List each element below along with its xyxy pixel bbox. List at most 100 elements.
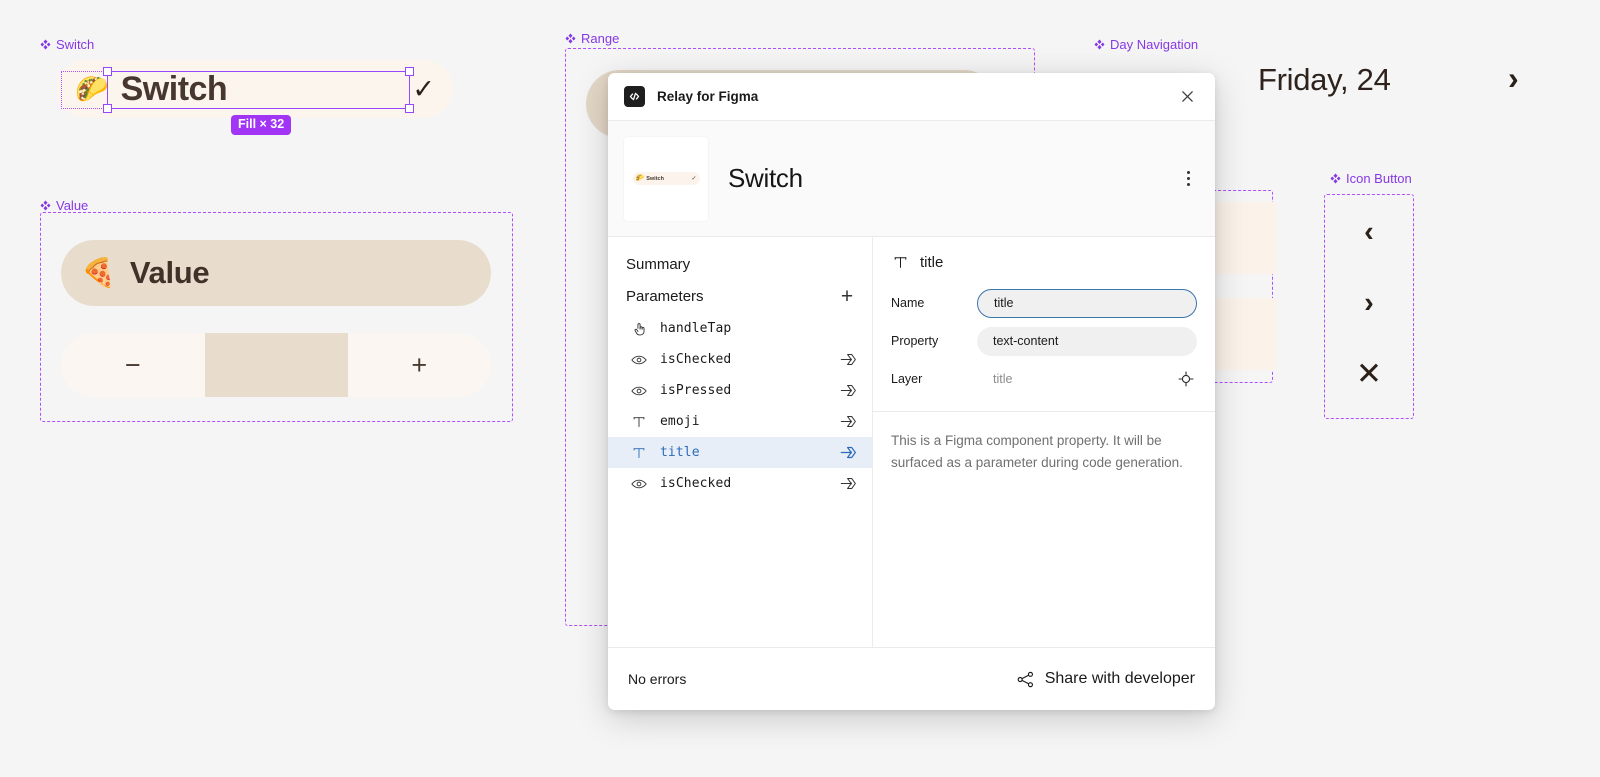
frame-label-switch[interactable]: Switch xyxy=(40,38,94,51)
component-thumbnail: 🌮 Switch ✓ xyxy=(624,136,708,221)
kebab-dot xyxy=(1186,183,1190,186)
parameter-bind-icon[interactable] xyxy=(838,353,858,366)
layer-value: title xyxy=(993,372,1013,386)
eye-icon xyxy=(626,478,652,490)
frame-label-text: Icon Button xyxy=(1346,171,1412,186)
text-icon xyxy=(626,416,652,428)
value-pill[interactable]: 🍕 Value xyxy=(61,240,491,306)
parameter-row-isPressed[interactable]: isPressed xyxy=(608,375,872,406)
day-nav-date-text: Friday, 24 xyxy=(1258,62,1391,97)
icon-button-close-icon[interactable]: ✕ xyxy=(1324,358,1414,389)
parameter-row-isChecked[interactable]: isChecked xyxy=(608,344,872,375)
relay-plugin-dialog: Relay for Figma 🌮 Switch ✓ Switch Summar… xyxy=(608,73,1215,710)
field-row-layer: Layer title xyxy=(873,360,1215,398)
parameter-row-title[interactable]: title xyxy=(608,437,872,468)
component-name-heading: Switch xyxy=(728,163,803,193)
summary-section-label[interactable]: Summary xyxy=(608,251,872,282)
fill-count-badge: Fill × 32 xyxy=(231,115,292,135)
frame-label-icon-button[interactable]: Icon Button xyxy=(1330,172,1412,185)
parameter-name: isChecked xyxy=(660,476,732,491)
parameter-name: handleTap xyxy=(660,321,732,336)
parameters-section-label: Parameters xyxy=(626,288,704,305)
check-icon: ✓ xyxy=(412,73,435,104)
frame-label-value[interactable]: Value xyxy=(40,199,88,212)
parameter-name: emoji xyxy=(660,414,700,429)
kebab-dot xyxy=(1186,177,1190,180)
component-diamond-icon xyxy=(565,33,576,44)
eye-icon xyxy=(626,385,652,397)
parameters-panel: Summary Parameters + handleTap isChecked… xyxy=(608,237,873,647)
close-icon[interactable] xyxy=(1175,85,1199,109)
field-label-name: Name xyxy=(891,296,925,310)
component-diamond-icon xyxy=(40,39,51,50)
share-label: Share with developer xyxy=(1044,670,1195,687)
dialog-footer: No errors Share with developer xyxy=(608,647,1215,710)
frame-label-text: Day Navigation xyxy=(1110,37,1199,52)
property-input[interactable]: text-content xyxy=(977,326,1197,356)
field-label-layer: Layer xyxy=(891,372,923,386)
resize-handle-bottom-left[interactable] xyxy=(103,104,112,113)
text-icon xyxy=(891,256,909,269)
value-title-text: Value xyxy=(129,255,210,290)
frame-label-day-navigation[interactable]: Day Navigation xyxy=(1094,38,1198,51)
parameter-name: isChecked xyxy=(660,352,732,367)
parameter-name: title xyxy=(660,445,700,460)
stepper-increment-button[interactable]: + xyxy=(348,351,492,379)
selection-box[interactable] xyxy=(103,67,414,113)
stepper-value-field[interactable] xyxy=(204,333,348,397)
code-brackets-icon xyxy=(624,86,645,107)
parameters-section-header: Parameters + xyxy=(608,282,872,313)
tap-icon xyxy=(626,322,652,336)
parameter-row-emoji[interactable]: emoji xyxy=(608,406,872,437)
dialog-titlebar: Relay for Figma xyxy=(608,73,1215,121)
field-row-name: Name title xyxy=(873,284,1215,322)
icon-button-chevron-left-icon[interactable]: ‹ xyxy=(1324,218,1414,247)
share-with-developer-button[interactable]: Share with developer xyxy=(1016,670,1195,689)
component-diamond-icon xyxy=(1330,173,1341,184)
parameter-row-isChecked-2[interactable]: isChecked xyxy=(608,468,872,499)
parameter-name: isPressed xyxy=(660,383,732,398)
field-row-property: Property text-content xyxy=(873,322,1215,360)
icon-button-chevron-right-icon[interactable]: › xyxy=(1324,289,1414,318)
frame-label-text: Value xyxy=(56,198,89,213)
parameter-description: This is a Figma component property. It w… xyxy=(891,433,1183,470)
thumbnail-label: Switch xyxy=(646,175,664,182)
name-input[interactable]: title xyxy=(977,288,1197,318)
value-stepper[interactable]: − + xyxy=(61,333,491,397)
detail-title-text: title xyxy=(920,254,944,271)
share-icon xyxy=(1016,670,1035,689)
parameter-row-handleTap[interactable]: handleTap xyxy=(608,313,872,344)
kebab-dot xyxy=(1186,171,1190,174)
thumbnail-pill: 🌮 Switch ✓ xyxy=(632,172,700,185)
component-diamond-icon xyxy=(40,200,51,211)
text-icon xyxy=(626,447,652,459)
day-nav-next-icon[interactable]: › xyxy=(1508,62,1519,94)
stepper-decrement-button[interactable]: − xyxy=(61,351,205,379)
resize-handle-top-left[interactable] xyxy=(103,67,112,76)
component-diamond-icon xyxy=(1094,39,1105,50)
check-icon: ✓ xyxy=(691,176,697,182)
parameter-detail-panel: title Name title Property text-content L… xyxy=(873,237,1215,647)
parameter-bind-icon[interactable] xyxy=(838,415,858,428)
field-label-property: Property xyxy=(891,334,939,348)
parameter-bind-icon[interactable] xyxy=(838,446,858,459)
parameter-bind-icon[interactable] xyxy=(838,477,858,490)
dialog-component-header: 🌮 Switch ✓ Switch xyxy=(608,121,1215,237)
add-parameter-button[interactable]: + xyxy=(836,286,858,307)
detail-header: title xyxy=(873,237,1215,284)
frame-label-text: Range xyxy=(581,31,620,46)
eye-icon xyxy=(626,354,652,366)
pizza-emoji-icon: 🍕 xyxy=(81,257,116,288)
frame-label-range[interactable]: Range xyxy=(565,32,619,45)
resize-handle-bottom-right[interactable] xyxy=(405,104,414,113)
frame-label-text: Switch xyxy=(56,37,95,52)
taco-emoji-icon: 🌮 xyxy=(635,175,645,182)
error-status-text: No errors xyxy=(628,671,687,687)
dialog-body: Summary Parameters + handleTap isChecked… xyxy=(608,237,1215,647)
target-icon[interactable] xyxy=(1175,371,1197,387)
more-vertical-icon[interactable] xyxy=(1177,168,1199,190)
dialog-title: Relay for Figma xyxy=(657,89,759,104)
figma-canvas: Switch 🌮 Switch ✓ Fill × 32 Value 🍕 Valu… xyxy=(0,0,1600,777)
parameter-bind-icon[interactable] xyxy=(838,384,858,397)
resize-handle-top-right[interactable] xyxy=(405,67,414,76)
